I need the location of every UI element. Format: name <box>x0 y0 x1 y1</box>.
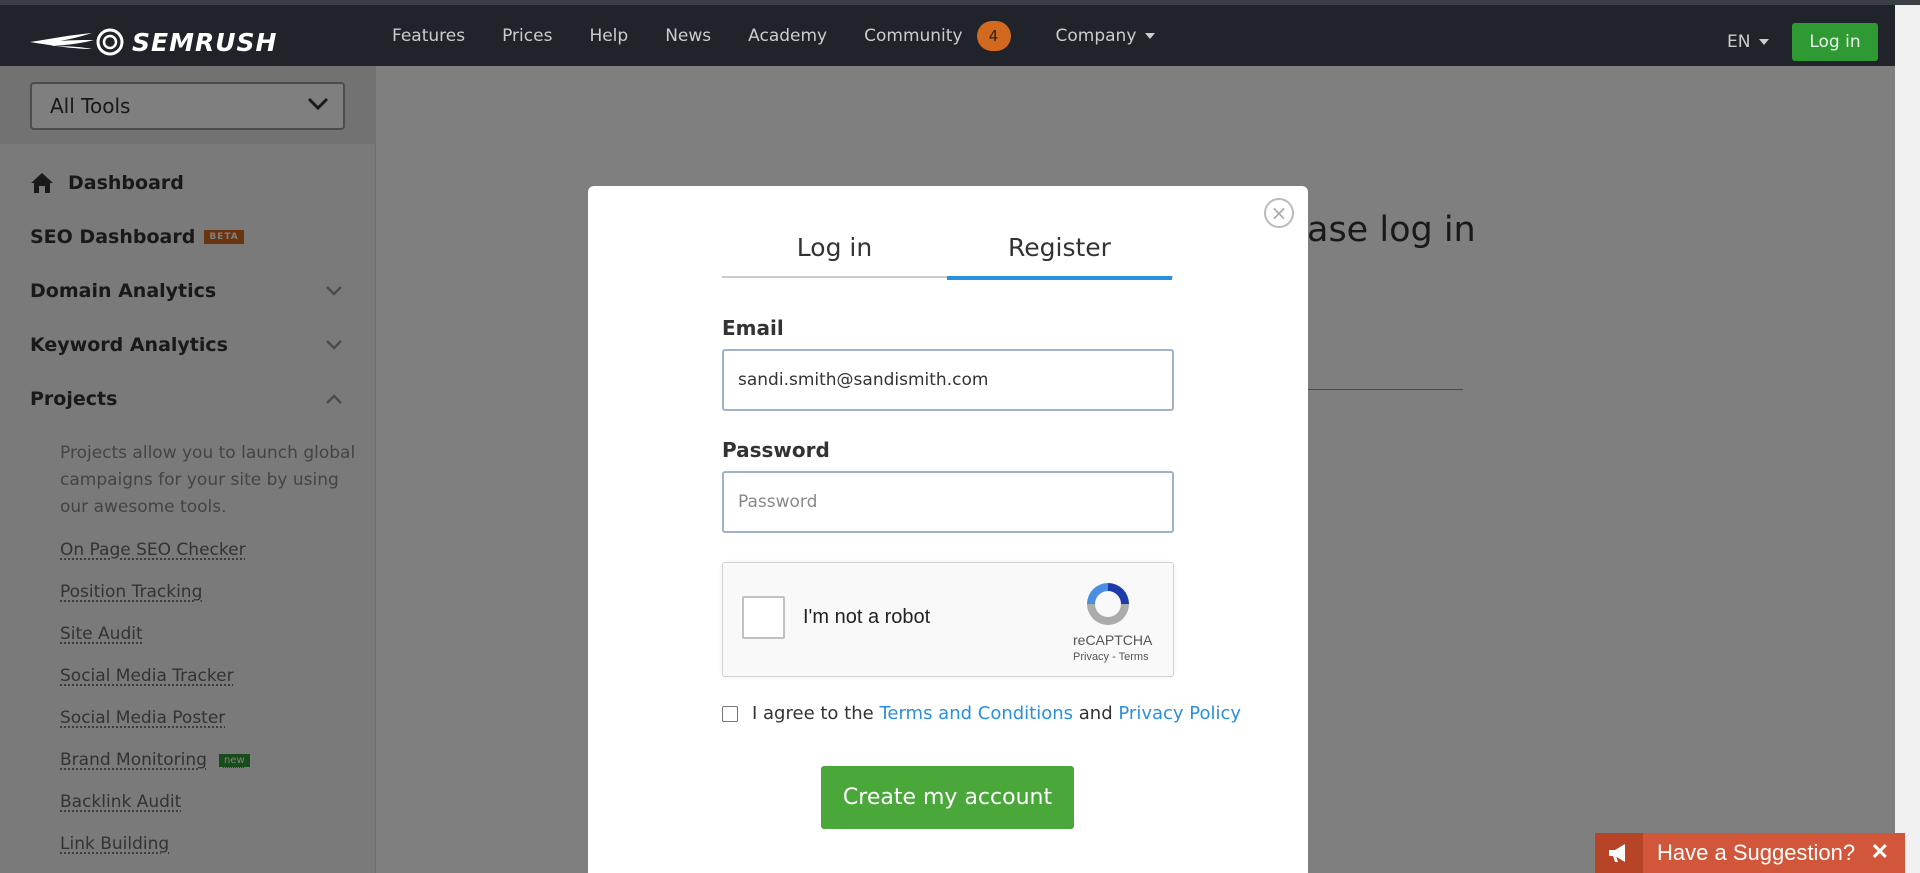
privacy-link[interactable]: Privacy Policy <box>1118 703 1241 724</box>
suggestion-widget[interactable]: Have a Suggestion? ✕ <box>1595 833 1905 873</box>
agree-prefix: I agree to the <box>752 703 874 724</box>
password-label: Password <box>722 438 830 462</box>
nav-news[interactable]: News <box>665 26 711 46</box>
main-nav: Features Prices Help News Academy Commun… <box>392 5 1192 66</box>
logo-wordmark: SEMRUSH <box>132 27 278 57</box>
recaptcha-widget: I'm not a robot reCAPTCHA Privacy - Term… <box>722 562 1174 677</box>
nav-help[interactable]: Help <box>589 26 628 46</box>
nav-company-label: Company <box>1055 25 1137 46</box>
close-icon[interactable]: × <box>1264 198 1294 228</box>
nav-community-label: Community <box>864 25 963 46</box>
agree-and: and <box>1078 703 1113 724</box>
language-label: EN <box>1727 32 1751 52</box>
nav-academy[interactable]: Academy <box>748 26 827 46</box>
agree-checkbox[interactable] <box>722 705 738 722</box>
recaptcha-brand: reCAPTCHA <box>1073 632 1153 648</box>
page-scrollbar[interactable] <box>1895 5 1920 873</box>
nav-features[interactable]: Features <box>392 26 465 46</box>
recaptcha-terms: Privacy - Terms <box>1073 651 1149 663</box>
logo-icon <box>30 28 124 56</box>
megaphone-icon <box>1595 833 1643 873</box>
email-label: Email <box>722 316 784 340</box>
password-field[interactable] <box>722 471 1174 533</box>
top-nav: SEMRUSH Features Prices Help News Academ… <box>0 5 1895 66</box>
recaptcha-logo-icon <box>1087 583 1129 625</box>
nav-community[interactable]: Community 4 <box>864 20 1011 51</box>
suggestion-label: Have a Suggestion? <box>1657 840 1856 865</box>
caret-down-icon <box>1145 32 1156 39</box>
tab-login[interactable]: Log in <box>722 216 947 278</box>
recaptcha-terms-link[interactable]: Terms <box>1119 651 1149 663</box>
language-selector[interactable]: EN <box>1727 32 1770 52</box>
semrush-logo[interactable]: SEMRUSH <box>30 27 277 57</box>
agree-row: I agree to the Terms and Conditions and … <box>722 703 1241 724</box>
email-field[interactable] <box>722 349 1174 411</box>
header-login-button[interactable]: Log in <box>1792 23 1878 61</box>
auth-modal: × Log in Register Email Password I'm not… <box>588 186 1308 873</box>
community-count-badge: 4 <box>976 20 1011 51</box>
caret-down-icon <box>1759 39 1770 45</box>
auth-tabs: Log in Register <box>722 216 1173 280</box>
recaptcha-privacy-link[interactable]: Privacy <box>1073 651 1109 663</box>
tab-register[interactable]: Register <box>947 216 1172 280</box>
recaptcha-checkbox[interactable] <box>742 596 785 639</box>
nav-prices[interactable]: Prices <box>502 26 552 46</box>
terms-link[interactable]: Terms and Conditions <box>879 703 1073 724</box>
recaptcha-label: I'm not a robot <box>803 606 931 628</box>
nav-company[interactable]: Company <box>1056 26 1156 46</box>
create-account-button[interactable]: Create my account <box>821 766 1074 829</box>
close-icon[interactable]: ✕ <box>1871 839 1889 865</box>
